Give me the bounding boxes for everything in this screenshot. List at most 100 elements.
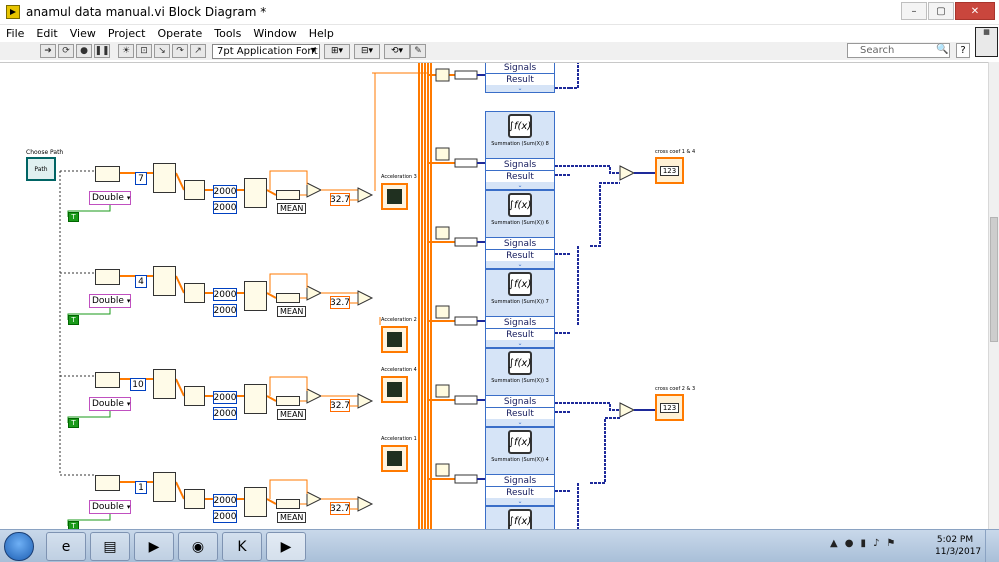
subtract-node[interactable] bbox=[306, 388, 323, 404]
array-subset-icon-2[interactable] bbox=[244, 487, 267, 517]
waveform-graph-icon[interactable] bbox=[381, 183, 408, 210]
result-terminal[interactable]: Result bbox=[486, 73, 554, 85]
boolean-constant[interactable]: T bbox=[68, 212, 79, 222]
boolean-constant[interactable]: T bbox=[68, 521, 79, 529]
square-multiply-node[interactable] bbox=[435, 147, 450, 161]
tray-volume-icon[interactable]: ♪ bbox=[873, 538, 879, 549]
vi-connector-icon[interactable]: ▦ bbox=[975, 27, 998, 57]
summation-express-vi[interactable]: ∫f(x) bbox=[485, 506, 555, 529]
reorder-icon[interactable]: ⟲▾ bbox=[384, 43, 410, 59]
length-constant-2[interactable]: 2000 bbox=[213, 510, 237, 523]
cross-coef-indicator-2[interactable]: 123 bbox=[655, 394, 684, 421]
square-multiply-node[interactable] bbox=[435, 68, 450, 82]
array-subset-icon[interactable] bbox=[184, 489, 205, 509]
multiply-node[interactable] bbox=[357, 187, 374, 203]
length-constant-1[interactable]: 2000 bbox=[213, 185, 237, 198]
menu-help[interactable]: Help bbox=[309, 27, 334, 40]
multiply-node[interactable] bbox=[357, 290, 374, 306]
menu-edit[interactable]: Edit bbox=[36, 27, 57, 40]
waveform-graph-icon[interactable] bbox=[381, 445, 408, 472]
result-terminal[interactable]: Result bbox=[486, 407, 554, 419]
tray-app-icon[interactable]: ● bbox=[845, 538, 854, 549]
divide-node[interactable] bbox=[619, 402, 636, 418]
highlight-execution-icon[interactable]: ☀ bbox=[118, 44, 134, 58]
app-k-icon[interactable]: K bbox=[222, 532, 262, 561]
boolean-constant[interactable]: T bbox=[68, 418, 79, 428]
labview-taskbar-icon[interactable]: ▶ bbox=[266, 532, 306, 561]
index-array-icon[interactable] bbox=[153, 472, 176, 502]
array-subset-icon[interactable] bbox=[184, 283, 205, 303]
close-button[interactable]: ✕ bbox=[955, 2, 995, 20]
type-ring[interactable]: Double ▾ bbox=[89, 397, 131, 411]
maximize-button[interactable]: ▢ bbox=[928, 2, 954, 20]
expand-chevron-icon[interactable]: ⌄ bbox=[486, 182, 554, 189]
signals-terminal[interactable]: Signals bbox=[486, 63, 554, 73]
expand-chevron-icon[interactable]: ⌄ bbox=[486, 85, 554, 92]
convert-to-dynamic-icon[interactable] bbox=[454, 474, 478, 484]
waveform-graph-icon[interactable] bbox=[381, 376, 408, 403]
menu-project[interactable]: Project bbox=[108, 27, 146, 40]
align-objects-icon[interactable]: ⊞▾ bbox=[324, 43, 350, 59]
path-control[interactable]: Path bbox=[26, 157, 56, 181]
length-constant-2[interactable]: 2000 bbox=[213, 407, 237, 420]
result-terminal[interactable]: Result bbox=[486, 170, 554, 182]
square-multiply-node[interactable] bbox=[435, 463, 450, 477]
multiply-node[interactable] bbox=[357, 496, 374, 512]
square-multiply-node[interactable] bbox=[435, 226, 450, 240]
index-constant[interactable]: 7 bbox=[135, 172, 147, 185]
result-terminal[interactable]: Result bbox=[486, 486, 554, 498]
array-subset-icon[interactable] bbox=[184, 180, 205, 200]
subtract-node[interactable] bbox=[306, 491, 323, 507]
index-constant[interactable]: 4 bbox=[135, 275, 147, 288]
abort-icon[interactable]: ● bbox=[76, 44, 92, 58]
array-subset-icon-2[interactable] bbox=[244, 281, 267, 311]
chrome-icon[interactable]: ◉ bbox=[178, 532, 218, 561]
read-spreadsheet-icon[interactable] bbox=[95, 166, 120, 182]
run-continuous-icon[interactable]: ⟳ bbox=[58, 44, 74, 58]
scale-constant[interactable]: 32.7 bbox=[330, 502, 350, 515]
vertical-scrollbar[interactable] bbox=[988, 62, 999, 529]
type-ring[interactable]: Double ▾ bbox=[89, 500, 131, 514]
result-terminal[interactable]: Result bbox=[486, 328, 554, 340]
font-select[interactable]: 7pt Application Font bbox=[212, 43, 320, 59]
scroll-thumb[interactable] bbox=[990, 217, 998, 342]
type-ring[interactable]: Double ▾ bbox=[89, 191, 131, 205]
convert-to-dynamic-icon[interactable] bbox=[454, 316, 478, 326]
index-constant[interactable]: 1 bbox=[135, 481, 147, 494]
square-multiply-node[interactable] bbox=[435, 384, 450, 398]
summation-express-vi[interactable]: Summation (Sum(X)) 4 Signals Result ⌄ bbox=[485, 63, 555, 93]
subtract-node[interactable] bbox=[306, 285, 323, 301]
result-terminal[interactable]: Result bbox=[486, 249, 554, 261]
expand-chevron-icon[interactable]: ⌄ bbox=[486, 498, 554, 505]
convert-to-dynamic-icon[interactable] bbox=[454, 237, 478, 247]
start-button-icon[interactable] bbox=[4, 532, 34, 561]
tray-flag-icon[interactable]: ⚑ bbox=[886, 538, 895, 549]
cross-coef-indicator-1[interactable]: 123 bbox=[655, 157, 684, 184]
show-desktop-button[interactable] bbox=[985, 530, 999, 562]
mean-function-icon[interactable] bbox=[276, 499, 300, 509]
array-subset-icon-2[interactable] bbox=[244, 178, 267, 208]
menu-view[interactable]: View bbox=[70, 27, 96, 40]
step-over-icon[interactable]: ↷ bbox=[172, 44, 188, 58]
index-array-icon[interactable] bbox=[153, 163, 176, 193]
convert-to-dynamic-icon[interactable] bbox=[454, 70, 478, 80]
length-constant-1[interactable]: 2000 bbox=[213, 391, 237, 404]
summation-express-vi[interactable]: ∫f(x) Summation (Sum(X)) 7 Signals Resul… bbox=[485, 269, 555, 348]
minimize-button[interactable]: – bbox=[901, 2, 927, 20]
block-diagram-canvas[interactable]: Choose Path Path Double ▾ T 7 2000 2000 M… bbox=[0, 62, 988, 529]
summation-express-vi[interactable]: ∫f(x) Summation (Sum(X)) 3 Signals Resul… bbox=[485, 348, 555, 427]
boolean-constant[interactable]: T bbox=[68, 315, 79, 325]
pause-icon[interactable]: ❚❚ bbox=[94, 44, 110, 58]
signals-terminal[interactable]: Signals bbox=[486, 237, 554, 249]
internet-explorer-icon[interactable]: e bbox=[46, 532, 86, 561]
tray-arrow-icon[interactable]: ▲ bbox=[830, 538, 838, 549]
scale-constant[interactable]: 32.7 bbox=[330, 296, 350, 309]
mean-function-icon[interactable] bbox=[276, 190, 300, 200]
length-constant-1[interactable]: 2000 bbox=[213, 494, 237, 507]
step-into-icon[interactable]: ↘ bbox=[154, 44, 170, 58]
menu-window[interactable]: Window bbox=[253, 27, 296, 40]
multiply-node[interactable] bbox=[357, 393, 374, 409]
array-subset-icon[interactable] bbox=[184, 386, 205, 406]
expand-chevron-icon[interactable]: ⌄ bbox=[486, 340, 554, 347]
read-spreadsheet-icon[interactable] bbox=[95, 372, 120, 388]
